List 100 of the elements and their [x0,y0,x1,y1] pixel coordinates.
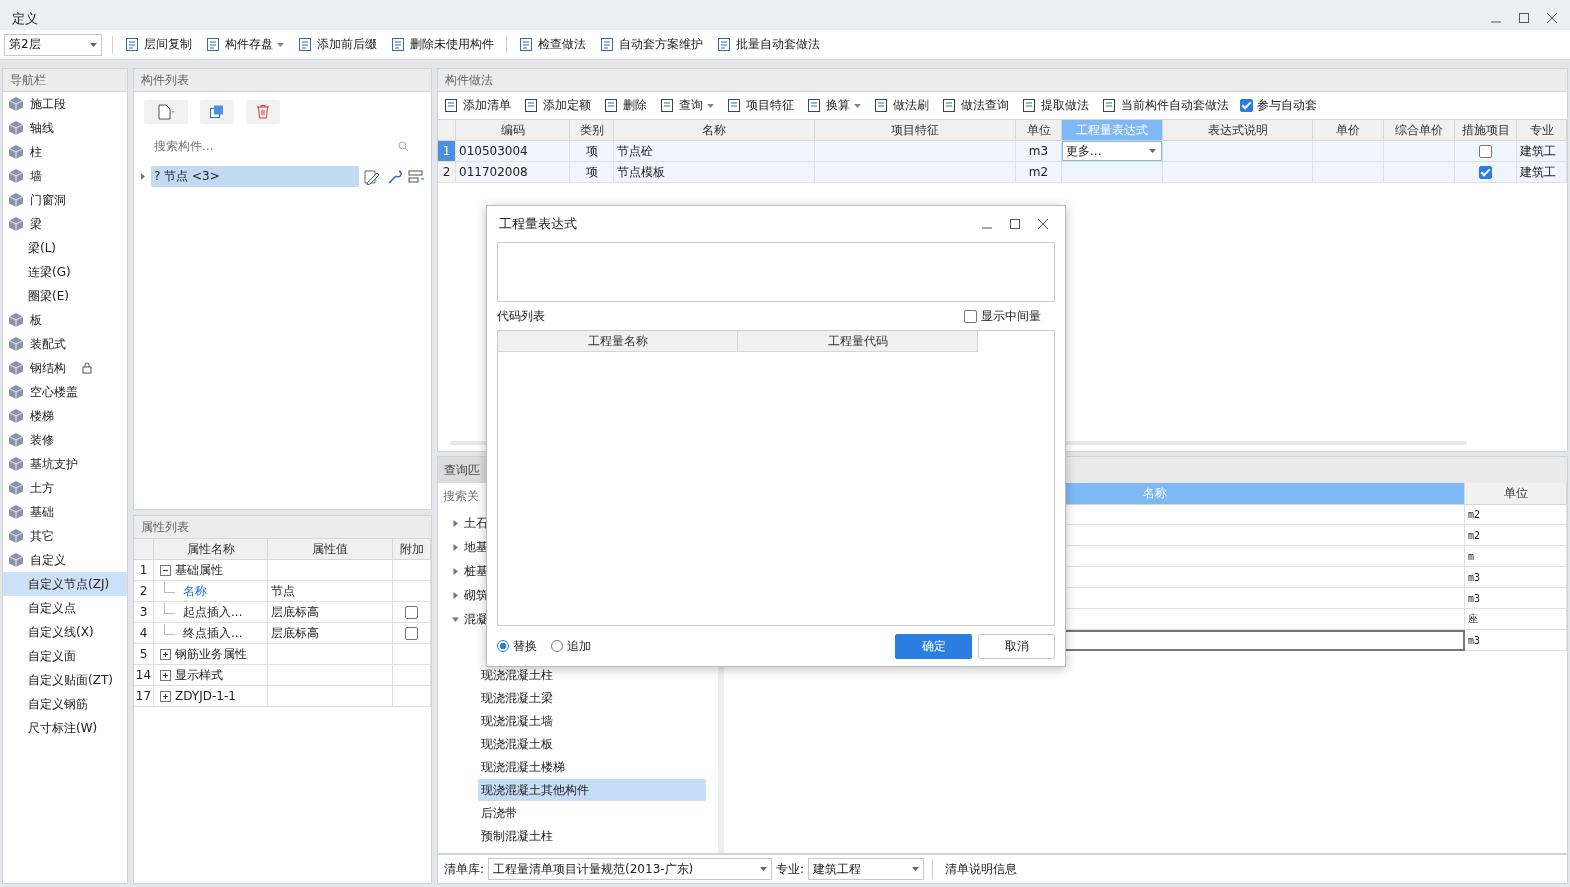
nav-item[interactable]: 梁(L) [3,236,127,260]
checkbox[interactable] [405,605,418,619]
new-button[interactable] [144,100,188,124]
nav-item[interactable]: 自定义贴面(ZT) [3,668,127,692]
column-header[interactable]: 措施项目 [1455,120,1517,141]
expand-arrow-icon[interactable] [452,567,459,575]
pencil-icon[interactable] [364,168,381,185]
nav-item[interactable]: 板 [3,308,127,332]
nav-item[interactable]: 柱 [3,140,127,164]
nav-item[interactable]: 装配式 [3,332,127,356]
column-header[interactable]: 编码 [456,120,570,141]
copy-button[interactable] [200,100,234,124]
expand-arrow-icon[interactable] [452,543,459,551]
nav-item[interactable]: 自定义点 [3,596,127,620]
expand-toggle-icon[interactable] [160,564,171,576]
nav-item[interactable]: 自定义面 [3,644,127,668]
tree-item[interactable]: 后浇带 [478,802,706,824]
column-header[interactable]: 单位 [1465,483,1567,505]
expand-arrow-icon[interactable] [140,173,146,180]
toolbar-button[interactable]: 当前构件自动套做法 [1100,97,1231,114]
toolbar-button[interactable]: 自动套方案维护 [598,36,705,53]
nav-item[interactable]: 装修 [3,428,127,452]
toolbar-button[interactable]: 做法查询 [940,97,1011,114]
search-field[interactable]: 搜索构件... [144,134,421,158]
checkbox[interactable] [1479,165,1492,179]
toolbar-button[interactable]: 删除未使用构件 [389,36,496,53]
row-number[interactable]: 2 [438,162,456,183]
toolbar-button[interactable]: 提取做法 [1020,97,1091,114]
wrench-icon[interactable] [386,168,403,185]
nav-item[interactable]: 基础 [3,500,127,524]
nav-item[interactable]: 墙 [3,164,127,188]
nav-item[interactable]: 梁 [3,212,127,236]
tree-item[interactable]: 现浇混凝土墙 [478,710,706,732]
expand-toggle-icon[interactable] [160,669,171,681]
checkbox[interactable] [1479,144,1492,158]
expression-dropdown[interactable]: 更多... [1062,141,1162,161]
nav-item[interactable]: 基坑支护 [3,452,127,476]
close-icon[interactable] [1546,12,1558,24]
tree-item[interactable]: 现浇混凝土柱 [478,664,706,686]
nav-item[interactable]: 自定义钢筋 [3,692,127,716]
nav-item[interactable]: 自定义线(X) [3,620,127,644]
radio-button[interactable]: 替换 [497,637,537,655]
toolbar-button[interactable]: 添加定额 [522,97,593,114]
nav-item[interactable]: 门窗洞 [3,188,127,212]
nav-item[interactable]: 空心楼盖 [3,380,127,404]
tree-item[interactable]: 现浇混凝土其他构件 [478,779,706,801]
tree-item[interactable]: 砌筑 [464,586,488,604]
nav-item[interactable]: 尺寸标注(W) [3,716,127,740]
list-icon[interactable] [408,168,425,185]
library-dropdown[interactable]: 工程量清单项目计量规范(2013-广东) [488,858,773,880]
expression-field[interactable] [497,242,1055,302]
tree-item[interactable]: 现浇混凝土板 [478,733,706,755]
toolbar-button[interactable]: 添加清单 [442,97,513,114]
toolbar-button[interactable]: 添加前后缀 [296,36,379,53]
nav-item[interactable]: 轴线 [3,116,127,140]
toolbar-button[interactable]: 批量自动套做法 [715,36,822,53]
toolbar-button[interactable]: 层间复制 [123,36,194,53]
expand-toggle-icon[interactable] [160,690,171,702]
column-header[interactable]: 名称 [614,120,815,141]
tree-item[interactable]: 土石 [464,514,488,532]
nav-item[interactable]: 自定义 [3,548,127,572]
column-header[interactable]: 表达式说明 [1163,120,1313,141]
close-icon[interactable] [1037,218,1049,230]
tree-item[interactable]: 现浇混凝土楼梯 [478,756,706,778]
column-header[interactable]: 单位 [1016,120,1062,141]
floor-dropdown[interactable]: 第2层 [4,33,102,56]
nav-item[interactable]: 其它 [3,524,127,548]
tree-item[interactable]: 现浇混凝土梁 [478,687,706,709]
maximize-icon[interactable] [1009,218,1021,230]
nav-item[interactable]: 钢结构 [3,356,127,380]
cancel-button[interactable]: 取消 [978,633,1055,659]
tab[interactable]: 清单说明信息 [941,860,1022,878]
tree-item[interactable]: 混凝 [464,610,488,628]
column-header[interactable]: 综合单价 [1384,120,1455,141]
column-header[interactable]: 单价 [1313,120,1384,141]
toolbar-button[interactable]: 检查做法 [517,36,588,53]
tree-item[interactable]: ? 节点 <3> [151,166,359,187]
maximize-icon[interactable] [1518,12,1530,24]
toolbar-button[interactable]: 项目特征 [725,97,796,114]
expand-arrow-icon[interactable] [452,591,459,599]
checkbox[interactable] [405,626,418,640]
auto-apply-checkbox[interactable]: 参与自动套 [1240,97,1317,114]
expand-arrow-icon[interactable] [452,519,459,527]
search-field[interactable]: 搜索关 [440,485,716,507]
toolbar-button[interactable]: 删除 [602,97,649,114]
toolbar-button[interactable]: 构件存盘 [204,36,286,53]
nav-item[interactable]: 楼梯 [3,404,127,428]
expand-toggle-icon[interactable] [160,648,171,660]
column-header[interactable]: 项目特征 [815,120,1016,141]
show-intermediate-checkbox[interactable]: 显示中间量 [964,307,1041,325]
nav-item[interactable]: 连梁(G) [3,260,127,284]
toolbar-button[interactable]: 查询 [658,97,716,114]
radio-button[interactable]: 追加 [551,637,591,655]
column-header[interactable]: 类别 [570,120,614,141]
confirm-button[interactable]: 确定 [895,633,972,659]
toolbar-button[interactable]: 做法刷 [872,97,931,114]
tree-item[interactable]: 预制混凝土柱 [478,825,706,847]
specialty-dropdown[interactable]: 建筑工程 [808,858,925,880]
delete-button[interactable] [246,100,280,124]
nav-item[interactable]: 施工段 [3,92,127,116]
